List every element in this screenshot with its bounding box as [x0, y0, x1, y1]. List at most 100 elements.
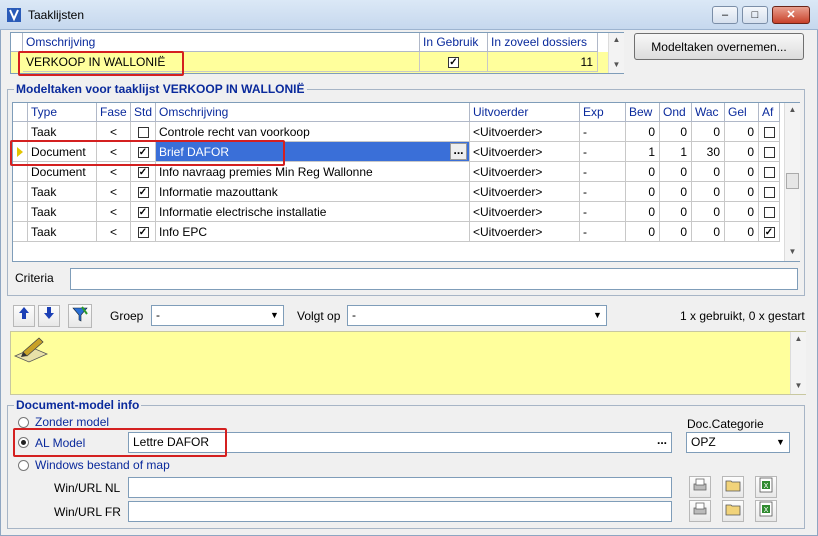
- task-cell-exec[interactable]: <Uitvoerder>: [470, 162, 580, 182]
- task-cell-af[interactable]: ✓: [759, 222, 780, 242]
- std-checkbox[interactable]: [137, 127, 149, 139]
- scan-fr-button[interactable]: [689, 500, 711, 522]
- scroll-down-icon[interactable]: ▼: [791, 379, 806, 393]
- task-cell-gel[interactable]: 0: [725, 182, 759, 202]
- task-cell-exec[interactable]: <Uitvoerder>: [470, 182, 580, 202]
- col-header-type[interactable]: Type: [28, 103, 97, 122]
- notes-scrollbar[interactable]: ▲ ▼: [790, 332, 806, 394]
- task-cell-fase[interactable]: <: [97, 222, 131, 242]
- task-cell-desc[interactable]: Informatie electrische installatie: [156, 202, 470, 222]
- task-cell-af[interactable]: [759, 122, 780, 142]
- task-cell-desc[interactable]: Controle recht van voorkoop: [156, 122, 470, 142]
- scroll-down-icon[interactable]: ▼: [609, 58, 624, 72]
- af-checkbox[interactable]: [763, 207, 775, 219]
- filter-button[interactable]: [68, 304, 92, 328]
- tasks-grid[interactable]: Type Fase Std Omschrijving Uitvoerder Ex…: [12, 102, 800, 262]
- radio-windows-file-label[interactable]: Windows bestand of map: [35, 458, 170, 472]
- af-checkbox[interactable]: [763, 147, 775, 159]
- radio-zonder-model-label[interactable]: Zonder model: [35, 415, 109, 429]
- task-cell-exp[interactable]: -: [580, 122, 626, 142]
- col-header-desc[interactable]: Omschrijving: [23, 33, 420, 52]
- task-cell-std[interactable]: [131, 122, 156, 142]
- task-cell-af[interactable]: [759, 162, 780, 182]
- task-cell-exec[interactable]: <Uitvoerder>: [470, 202, 580, 222]
- row-indicator[interactable]: [13, 222, 28, 242]
- task-cell-type[interactable]: Taak: [28, 182, 97, 202]
- open-excel-nl-button[interactable]: X: [755, 476, 777, 498]
- edit-note-icon[interactable]: [13, 334, 49, 364]
- table-row[interactable]: Taak < ✓ Informatie mazouttank <Uitvoerder> -…: [13, 182, 784, 202]
- task-cell-fase[interactable]: <: [97, 182, 131, 202]
- volgt-op-select[interactable]: - ▼: [347, 305, 607, 326]
- task-cell-exec[interactable]: <Uitvoerder>: [470, 222, 580, 242]
- task-cell-af[interactable]: [759, 202, 780, 222]
- task-cell-gel[interactable]: 0: [725, 202, 759, 222]
- task-cell-wac[interactable]: 30: [692, 142, 725, 162]
- col-header-af[interactable]: Af: [759, 103, 780, 122]
- scan-nl-button[interactable]: [689, 476, 711, 498]
- table-row[interactable]: Taak < ✓ Informatie electrische installatie…: [13, 202, 784, 222]
- close-button[interactable]: ✕: [772, 6, 810, 24]
- task-cell-ond[interactable]: 0: [660, 122, 692, 142]
- task-cell-bew[interactable]: 0: [626, 182, 660, 202]
- browse-al-model-icon[interactable]: ...: [653, 433, 671, 451]
- task-cell-exec[interactable]: <Uitvoerder>: [470, 142, 580, 162]
- col-header-exp[interactable]: Exp: [580, 103, 626, 122]
- std-checkbox[interactable]: ✓: [137, 187, 149, 199]
- open-folder-nl-button[interactable]: [722, 476, 744, 498]
- task-cell-gel[interactable]: 0: [725, 122, 759, 142]
- task-cell-gel[interactable]: 0: [725, 142, 759, 162]
- scroll-up-icon[interactable]: ▲: [791, 332, 806, 346]
- scroll-down-icon[interactable]: ▼: [785, 245, 800, 259]
- task-cell-bew[interactable]: 0: [626, 222, 660, 242]
- task-cell-ond[interactable]: 1: [660, 142, 692, 162]
- task-cell-exp[interactable]: -: [580, 222, 626, 242]
- row-indicator[interactable]: [13, 182, 28, 202]
- model-tasks-button[interactable]: Modeltaken overnemen...: [634, 33, 804, 60]
- task-cell-ond[interactable]: 0: [660, 202, 692, 222]
- task-cell-wac[interactable]: 0: [692, 162, 725, 182]
- col-header-ond[interactable]: Ond: [660, 103, 692, 122]
- std-checkbox[interactable]: ✓: [137, 227, 149, 239]
- tasks-scrollbar[interactable]: ▲ ▼: [784, 103, 800, 261]
- open-folder-fr-button[interactable]: [722, 500, 744, 522]
- win-url-fr-input[interactable]: [128, 501, 672, 522]
- task-cell-exp[interactable]: -: [580, 142, 626, 162]
- move-down-button[interactable]: [38, 305, 60, 327]
- groep-select[interactable]: - ▼: [151, 305, 284, 326]
- task-cell-std[interactable]: ✓: [131, 202, 156, 222]
- task-cell-fase[interactable]: <: [97, 202, 131, 222]
- tasklist-scrollbar[interactable]: ▲ ▼: [608, 33, 624, 73]
- af-checkbox[interactable]: [763, 127, 775, 139]
- task-cell-desc[interactable]: Informatie mazouttank: [156, 182, 470, 202]
- task-cell-wac[interactable]: 0: [692, 202, 725, 222]
- task-cell-exec[interactable]: <Uitvoerder>: [470, 122, 580, 142]
- chevron-down-icon[interactable]: ▼: [773, 434, 788, 451]
- col-header-wac[interactable]: Wac: [692, 103, 725, 122]
- win-url-nl-input[interactable]: [128, 477, 672, 498]
- col-header-bew[interactable]: Bew: [626, 103, 660, 122]
- in-use-cell[interactable]: ✓: [420, 52, 488, 72]
- scroll-up-icon[interactable]: ▲: [785, 103, 800, 117]
- af-checkbox[interactable]: [763, 167, 775, 179]
- open-excel-fr-button[interactable]: X: [755, 500, 777, 522]
- col-header-gel[interactable]: Gel: [725, 103, 759, 122]
- task-cell-gel[interactable]: 0: [725, 162, 759, 182]
- task-cell-af[interactable]: [759, 142, 780, 162]
- minimize-button[interactable]: –: [712, 6, 738, 24]
- std-checkbox[interactable]: ✓: [137, 207, 149, 219]
- radio-zonder-model[interactable]: [18, 417, 29, 428]
- task-cell-type[interactable]: Taak: [28, 222, 97, 242]
- task-cell-fase[interactable]: <: [97, 122, 131, 142]
- browse-desc-icon[interactable]: ...: [450, 143, 467, 160]
- task-cell-ond[interactable]: 0: [660, 162, 692, 182]
- task-cell-exp[interactable]: -: [580, 202, 626, 222]
- col-header-fase[interactable]: Fase: [97, 103, 131, 122]
- task-cell-std[interactable]: ✓: [131, 222, 156, 242]
- std-checkbox[interactable]: ✓: [137, 167, 149, 179]
- col-header-exec[interactable]: Uitvoerder: [470, 103, 580, 122]
- move-up-button[interactable]: [13, 305, 35, 327]
- task-cell-wac[interactable]: 0: [692, 182, 725, 202]
- task-cell-bew[interactable]: 0: [626, 162, 660, 182]
- task-cell-desc[interactable]: Info EPC: [156, 222, 470, 242]
